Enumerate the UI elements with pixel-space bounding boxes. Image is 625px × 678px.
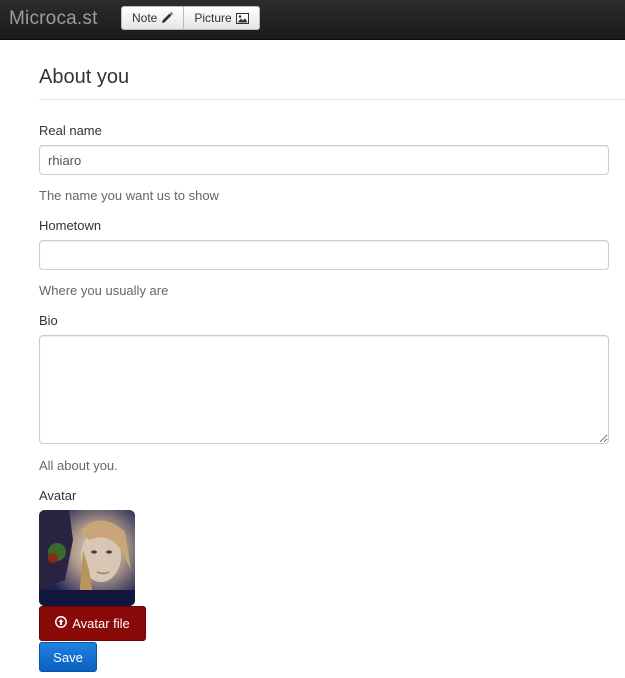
note-button-label: Note [132,11,158,25]
page-title: About you [39,66,130,88]
avatar-label: Avatar [39,488,77,503]
real-name-help: The name you want us to show [39,188,219,203]
hometown-help: Where you usually are [39,283,169,298]
real-name-label: Real name [39,123,102,138]
bio-help: All about you. [39,458,118,473]
bio-label: Bio [39,313,58,328]
note-button[interactable]: Note [121,6,185,30]
picture-button-label: Picture [194,11,232,25]
picture-icon [235,12,249,24]
pencil-icon [161,12,174,24]
avatar-image [39,510,135,606]
save-button[interactable]: Save [39,642,97,672]
avatar-file-label: Avatar file [72,616,130,631]
upload-circle-icon [55,616,68,631]
bio-textarea[interactable] [39,335,609,444]
real-name-input[interactable] [39,145,609,175]
brand-link[interactable]: Microca.st [9,8,98,30]
title-divider [39,99,625,100]
navbar: Microca.st Note Picture [0,0,625,40]
hometown-label: Hometown [39,218,102,233]
new-post-button-group: Note Picture [121,6,260,30]
avatar-file-button[interactable]: Avatar file [39,606,146,641]
picture-button[interactable]: Picture [184,6,260,30]
hometown-input[interactable] [39,240,609,270]
